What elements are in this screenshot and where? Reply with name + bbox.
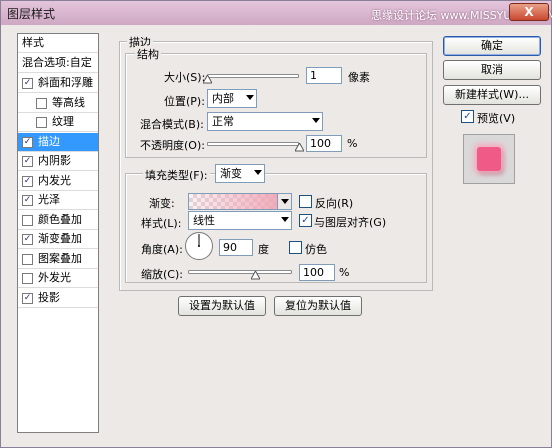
opacity-slider-thumb[interactable]	[294, 143, 304, 152]
size-unit: 像素	[348, 71, 370, 84]
style-item-checkbox[interactable]: ✓	[22, 292, 33, 304]
reverse-label: 反向(R)	[315, 197, 354, 210]
styles-header-label: 样式	[22, 36, 44, 49]
chevron-down-icon[interactable]	[277, 194, 291, 209]
blend-mode-label: 混合模式(B):	[140, 118, 204, 131]
chevron-down-icon	[281, 217, 289, 222]
size-label: 大小(S):	[164, 71, 206, 84]
size-slider-track[interactable]	[207, 74, 299, 78]
style-item-checkbox[interactable]: ✓	[22, 78, 33, 89]
style-item-label: 描边	[38, 134, 60, 148]
gradient-picker[interactable]	[188, 193, 292, 210]
style-item-checkbox[interactable]	[22, 214, 33, 226]
align-with-layer-label: 与图层对齐(G)	[314, 216, 387, 229]
title-bar: 图层样式 思缘设计论坛 www.MISSYUAN.COM X	[1, 1, 552, 25]
style-item-label: 图案叠加	[38, 251, 82, 265]
style-item-label: 投影	[38, 290, 60, 304]
style-item[interactable]: ✓ 斜面和浮雕	[18, 74, 98, 93]
fill-type-value: 渐变	[220, 167, 242, 180]
opacity-unit: %	[347, 137, 358, 150]
structure-title: 结构	[135, 46, 161, 62]
reset-to-default-button[interactable]: 复位为默认值	[274, 296, 362, 316]
position-label: 位置(P):	[164, 95, 205, 108]
scale-slider-thumb[interactable]	[251, 271, 261, 280]
blend-mode-value: 正常	[212, 115, 234, 128]
close-button[interactable]: X	[509, 3, 549, 21]
gradient-label: 渐变:	[149, 197, 175, 210]
preview-swatch	[477, 147, 501, 171]
style-item[interactable]: 图案叠加	[18, 250, 98, 269]
align-with-layer-checkbox[interactable]: ✓	[299, 214, 312, 227]
style-item-checkbox[interactable]: ✓	[22, 136, 33, 148]
chevron-down-icon	[254, 170, 262, 175]
style-item-label: 光泽	[38, 193, 60, 206]
position-value: 内部	[212, 92, 234, 105]
scale-unit: %	[339, 266, 350, 279]
style-item-checkbox[interactable]: ✓	[22, 156, 33, 167]
style-item-checkbox[interactable]: ✓	[22, 175, 33, 187]
layer-style-dialog: 图层样式 思缘设计论坛 www.MISSYUAN.COM X 样式 混合选项:自…	[0, 0, 552, 448]
style-item-label: 斜面和浮雕	[38, 76, 93, 89]
opacity-label: 不透明度(O):	[140, 139, 205, 152]
style-item[interactable]: ✓ 内阴影	[18, 152, 98, 171]
style-item[interactable]: ✓ 描边	[18, 132, 98, 152]
style-item[interactable]: ✓ 内发光	[18, 172, 98, 191]
style-item[interactable]: ✓ 渐变叠加	[18, 230, 98, 249]
cancel-button[interactable]: 取消	[443, 60, 541, 80]
style-item[interactable]: ✓ 投影	[18, 289, 98, 308]
dither-checkbox[interactable]	[289, 241, 302, 254]
style-item-label: 外发光	[38, 271, 71, 284]
style-item-label: 等高线	[52, 95, 85, 109]
style-item-checkbox[interactable]: ✓	[22, 195, 33, 206]
fill-type-label: 填充类型(F):	[143, 167, 210, 183]
gradient-style-label: 样式(L):	[141, 217, 182, 230]
style-item-label: 颜色叠加	[38, 212, 82, 226]
styles-header[interactable]: 样式	[18, 34, 98, 53]
preview-checkbox[interactable]: ✓	[461, 110, 474, 123]
blend-options-item[interactable]: 混合选项:自定	[18, 54, 98, 73]
opacity-input[interactable]	[306, 135, 342, 152]
angle-dial[interactable]	[184, 231, 214, 261]
style-preview-thumbnail	[463, 134, 515, 184]
size-slider-thumb[interactable]	[202, 75, 212, 84]
chevron-down-icon	[246, 95, 254, 100]
opacity-slider-track[interactable]	[207, 142, 299, 146]
style-item-checkbox[interactable]	[22, 253, 33, 265]
scale-label: 缩放(C):	[141, 268, 183, 281]
gradient-style-value: 线性	[193, 214, 215, 227]
style-item-label: 内阴影	[38, 154, 71, 167]
preview-label: 预览(V)	[477, 112, 516, 125]
angle-label: 角度(A):	[141, 243, 183, 256]
position-select[interactable]: 内部	[207, 89, 257, 108]
scale-input[interactable]	[299, 264, 335, 281]
styles-list: 样式 混合选项:自定 ✓ 斜面和浮雕等高线纹理 ✓ 描边 ✓ 内阴影 ✓ 内发光 ✓ 光泽颜色叠加…	[17, 33, 99, 433]
style-item-label: 内发光	[38, 173, 71, 187]
dialog-title: 图层样式	[7, 7, 56, 21]
style-item-checkbox[interactable]: ✓	[22, 234, 33, 245]
style-item[interactable]: 纹理	[18, 113, 98, 132]
style-item-checkbox[interactable]	[36, 97, 47, 109]
style-item-checkbox[interactable]	[22, 273, 33, 284]
blend-options-label: 混合选项:自定	[22, 56, 92, 69]
fill-type-select[interactable]: 渐变	[215, 164, 265, 183]
style-item-label: 渐变叠加	[38, 232, 82, 245]
angle-unit: 度	[258, 243, 269, 256]
angle-input[interactable]	[219, 239, 253, 256]
size-input[interactable]	[306, 67, 342, 84]
reverse-checkbox[interactable]	[299, 195, 312, 208]
dither-label: 仿色	[305, 243, 327, 256]
chevron-down-icon	[312, 118, 320, 123]
blend-mode-select[interactable]: 正常	[207, 112, 323, 131]
ok-button[interactable]: 确定	[443, 36, 541, 56]
scale-slider-track[interactable]	[188, 270, 292, 274]
new-style-button[interactable]: 新建样式(W)...	[443, 85, 541, 105]
set-as-default-button[interactable]: 设置为默认值	[178, 296, 266, 316]
style-item[interactable]: 等高线	[18, 94, 98, 113]
style-item[interactable]: 外发光	[18, 269, 98, 288]
style-item[interactable]: 颜色叠加	[18, 211, 98, 230]
style-item[interactable]: ✓ 光泽	[18, 191, 98, 210]
style-item-checkbox[interactable]	[36, 117, 47, 128]
gradient-style-select[interactable]: 线性	[188, 211, 292, 230]
style-item-label: 纹理	[52, 115, 74, 128]
